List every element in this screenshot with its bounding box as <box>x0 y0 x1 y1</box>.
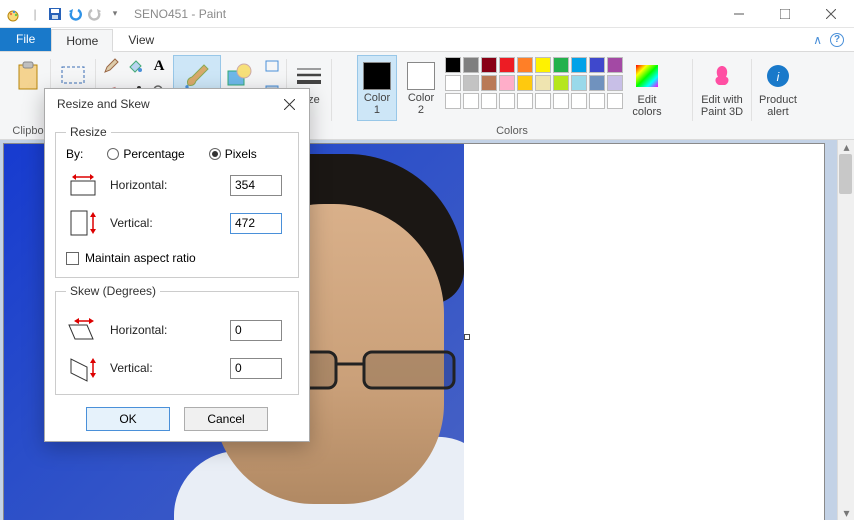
resize-h-input[interactable] <box>230 175 282 196</box>
color-swatch[interactable] <box>607 75 623 91</box>
skew-fieldset: Skew (Degrees) Horizontal: Vertical: <box>55 284 299 395</box>
minimize-button[interactable] <box>716 0 762 28</box>
maintain-aspect-checkbox[interactable]: Maintain aspect ratio <box>66 251 196 265</box>
quick-access-toolbar: | ▾ <box>6 3 124 25</box>
pencil-icon[interactable] <box>100 55 122 77</box>
skew-v-input[interactable] <box>230 358 282 379</box>
color-swatch[interactable] <box>517 93 533 109</box>
tab-home[interactable]: Home <box>51 29 113 52</box>
resize-h-label: Horizontal: <box>110 178 220 192</box>
color2-button[interactable]: Color 2 <box>401 55 441 121</box>
qat-dropdown-icon[interactable]: ▾ <box>106 3 124 25</box>
color-swatch[interactable] <box>481 57 497 73</box>
colors-group-label: Colors <box>332 125 692 137</box>
color-swatch[interactable] <box>553 57 569 73</box>
dialog-close-button[interactable] <box>277 92 301 116</box>
color-swatch[interactable] <box>571 93 587 109</box>
skew-v-label: Vertical: <box>110 361 220 375</box>
color-swatch[interactable] <box>481 75 497 91</box>
color-swatch[interactable] <box>445 93 461 109</box>
outline-icon[interactable] <box>261 55 283 77</box>
color-swatch[interactable] <box>589 93 605 109</box>
skew-h-icon <box>66 316 100 344</box>
resize-v-input[interactable] <box>230 213 282 234</box>
paint3d-icon <box>706 60 738 92</box>
color-swatch[interactable] <box>445 57 461 73</box>
color-swatch[interactable] <box>445 75 461 91</box>
by-label: By: <box>66 147 83 161</box>
rainbow-icon <box>631 60 663 92</box>
ribbon-tabs: File Home View ∧ ? <box>0 28 854 52</box>
color-swatch[interactable] <box>499 57 515 73</box>
ok-button[interactable]: OK <box>86 407 170 431</box>
window-title: SENO451 - Paint <box>134 7 226 21</box>
color-swatch[interactable] <box>607 57 623 73</box>
help-icon[interactable]: ∧ <box>813 33 822 47</box>
qat-divider: | <box>26 3 44 25</box>
cancel-button[interactable]: Cancel <box>184 407 268 431</box>
skew-v-icon <box>66 354 100 382</box>
skew-h-label: Horizontal: <box>110 323 220 337</box>
scroll-down-icon[interactable]: ▾ <box>838 506 854 520</box>
resize-handle-right[interactable] <box>464 334 470 340</box>
resize-skew-dialog: Resize and Skew Resize By: Percentage Pi… <box>44 88 310 442</box>
skew-h-input[interactable] <box>230 320 282 341</box>
resize-legend: Resize <box>66 125 111 139</box>
undo-icon[interactable] <box>66 3 84 25</box>
close-button[interactable] <box>808 0 854 28</box>
app-icon <box>6 3 24 25</box>
color-swatch[interactable] <box>589 57 605 73</box>
radio-pixels[interactable]: Pixels <box>209 147 257 161</box>
color-swatch[interactable] <box>499 93 515 109</box>
color-swatch[interactable] <box>607 93 623 109</box>
tab-view[interactable]: View <box>113 28 169 51</box>
color-swatch[interactable] <box>571 57 587 73</box>
paint3d-button[interactable]: Edit with Paint 3D <box>695 55 749 121</box>
color-swatch[interactable] <box>553 93 569 109</box>
skew-legend: Skew (Degrees) <box>66 284 160 298</box>
color-swatch[interactable] <box>463 57 479 73</box>
color-swatch[interactable] <box>463 75 479 91</box>
scroll-thumb[interactable] <box>839 154 852 194</box>
resize-h-icon <box>66 171 100 199</box>
color1-swatch <box>363 62 391 90</box>
color-swatch[interactable] <box>535 93 551 109</box>
radio-percentage[interactable]: Percentage <box>107 147 184 161</box>
resize-fieldset: Resize By: Percentage Pixels Horizontal:… <box>55 125 299 278</box>
color-swatch[interactable] <box>535 57 551 73</box>
maximize-button[interactable] <box>762 0 808 28</box>
svg-text:i: i <box>777 70 780 84</box>
clipboard-icon <box>12 60 44 92</box>
color1-button[interactable]: Color 1 <box>357 55 397 121</box>
color-swatch[interactable] <box>589 75 605 91</box>
color-swatch[interactable] <box>571 75 587 91</box>
save-icon[interactable] <box>46 3 64 25</box>
title-bar: | ▾ SENO451 - Paint <box>0 0 854 28</box>
color-swatch[interactable] <box>517 57 533 73</box>
vertical-scrollbar[interactable]: ▴ ▾ <box>837 140 854 520</box>
fill-icon[interactable] <box>124 55 146 77</box>
tab-file[interactable]: File <box>0 28 51 51</box>
product-alert-button[interactable]: i Product alert <box>753 55 803 121</box>
redo-icon[interactable] <box>86 3 104 25</box>
color2-swatch <box>407 62 435 90</box>
color-swatch[interactable] <box>463 93 479 109</box>
resize-v-icon <box>66 209 100 237</box>
color-swatch[interactable] <box>517 75 533 91</box>
edit-colors-button[interactable]: Edit colors <box>627 55 667 121</box>
color-swatch[interactable] <box>535 75 551 91</box>
info-icon: i <box>762 60 794 92</box>
color-palette <box>445 57 623 109</box>
resize-v-label: Vertical: <box>110 216 220 230</box>
dialog-title: Resize and Skew <box>57 97 150 111</box>
color-swatch[interactable] <box>481 93 497 109</box>
text-icon[interactable]: A <box>148 55 170 77</box>
scroll-up-icon[interactable]: ▴ <box>838 140 854 154</box>
ribbon-help-icon[interactable]: ? <box>830 33 844 47</box>
color-swatch[interactable] <box>553 75 569 91</box>
color-swatch[interactable] <box>499 75 515 91</box>
